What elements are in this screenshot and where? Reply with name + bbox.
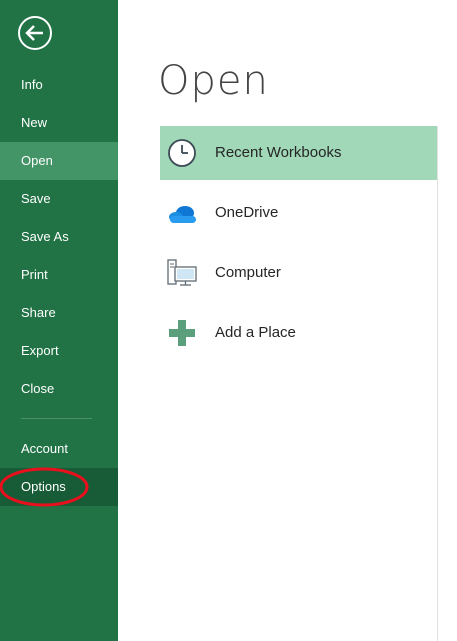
clock-icon — [168, 139, 196, 167]
backstage-sidebar: Info New Open Save Save As Print Share E… — [0, 0, 118, 641]
nav-new[interactable]: New — [0, 104, 118, 142]
nav-share[interactable]: Share — [0, 294, 118, 332]
back-arrow-icon — [18, 16, 52, 50]
place-recent-workbooks[interactable]: Recent Workbooks — [160, 126, 437, 180]
place-label: Recent Workbooks — [215, 144, 342, 161]
nav-open[interactable]: Open — [0, 142, 118, 180]
panel-divider — [437, 126, 438, 641]
place-computer[interactable]: Computer — [160, 246, 437, 300]
place-label: Computer — [215, 264, 281, 281]
nav-export[interactable]: Export — [0, 332, 118, 370]
computer-icon — [167, 259, 197, 286]
nav-save-as[interactable]: Save As — [0, 218, 118, 256]
back-button[interactable] — [17, 15, 53, 51]
place-label: OneDrive — [215, 204, 279, 221]
page-title: Open — [158, 58, 269, 104]
nav-save[interactable]: Save — [0, 180, 118, 218]
place-label: Add a Place — [215, 324, 296, 341]
nav-print[interactable]: Print — [0, 256, 118, 294]
plus-icon — [169, 320, 195, 346]
nav-account[interactable]: Account — [0, 430, 118, 468]
nav-close[interactable]: Close — [0, 370, 118, 408]
cloud-icon — [169, 206, 196, 223]
nav-divider — [21, 418, 92, 419]
nav-options[interactable]: Options — [0, 468, 118, 506]
nav-info[interactable]: Info — [0, 66, 118, 104]
place-add[interactable]: Add a Place — [160, 306, 437, 360]
place-onedrive[interactable]: OneDrive — [160, 186, 437, 240]
